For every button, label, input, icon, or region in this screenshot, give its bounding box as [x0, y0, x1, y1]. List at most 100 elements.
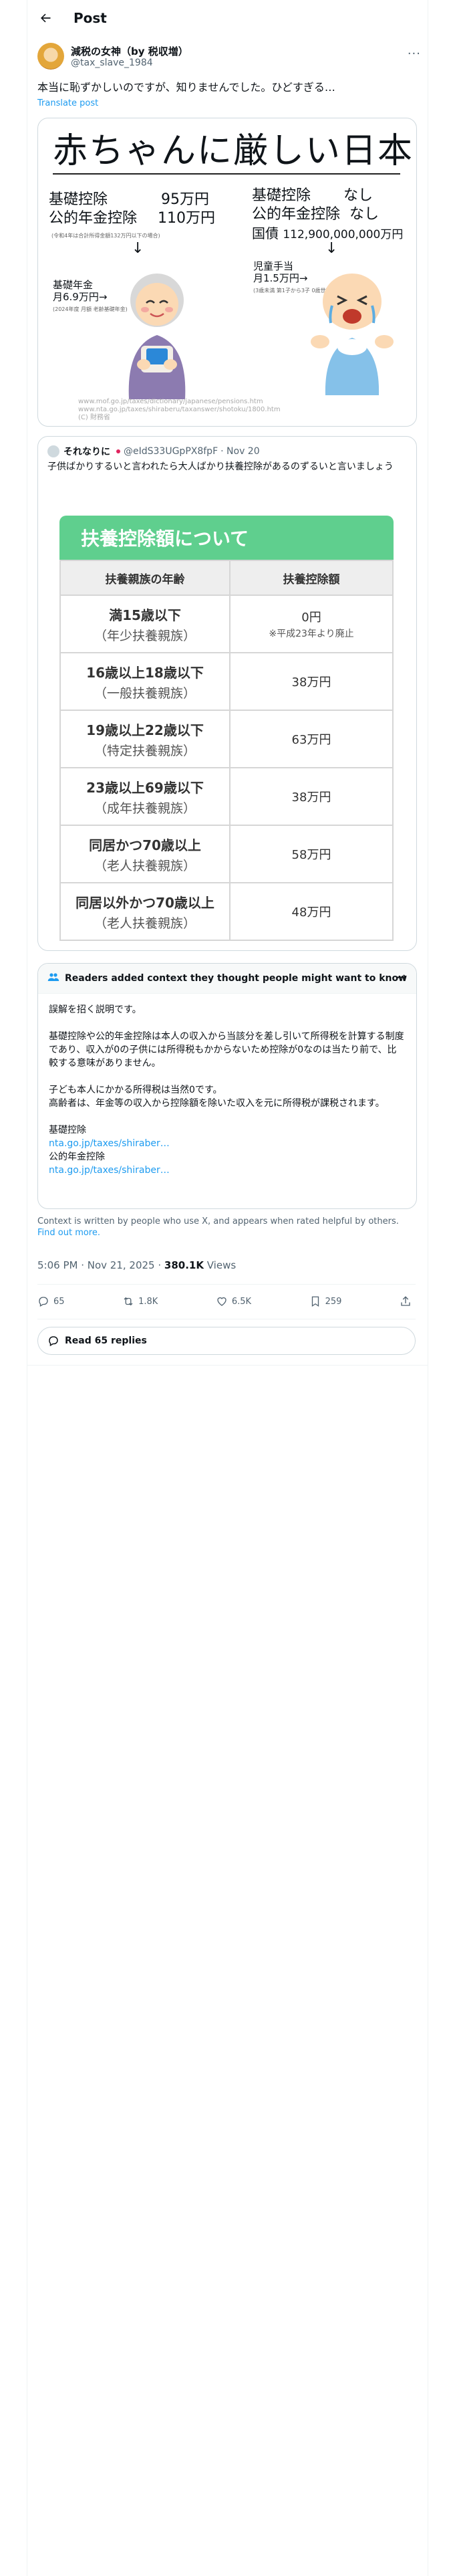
image-source: www.mof.go.jp/taxes/dictionary/japanese/… — [78, 398, 281, 422]
row-age: 19歳以上22歳以下 — [86, 722, 204, 738]
row-amount: 48万円 — [291, 905, 331, 920]
note-source-link[interactable]: nta.go.jp/taxes/shiraber… — [49, 1164, 406, 1177]
left-row2-label: 公的年金控除 — [49, 210, 138, 227]
note-source-label: 公的年金控除 — [49, 1152, 105, 1162]
allowance-amount: 月1.5万円→ — [253, 272, 308, 284]
page: Post 減税の女神（by 税収増） @tax_slave_1984 ··· 本… — [0, 0, 451, 2576]
right-row3-value: 112,900,000,000万円 — [283, 228, 404, 241]
read-replies-button[interactable]: Read 65 replies — [37, 1327, 416, 1355]
quoted-text: 子供ばかりするいと言われたら大人ばかり扶養控除があるのずるいと言いましょう — [47, 461, 394, 472]
quoted-badge-icon — [116, 449, 120, 453]
reply-button[interactable]: 65 — [37, 1295, 65, 1307]
avatar[interactable] — [37, 43, 64, 70]
row-age: 同居以外かつ70歳以上 — [76, 894, 214, 911]
share-icon — [401, 1296, 410, 1306]
deduction-table-title: 扶養控除額について — [59, 516, 394, 560]
repost-icon — [124, 1297, 133, 1306]
community-note-title: Readers added context they thought peopl… — [65, 973, 408, 984]
note-paragraph: 高齢者は、年金等の収入から控除額を除いた収入を元に所得税が課税されます。 — [49, 1098, 385, 1109]
reply-count: 65 — [53, 1296, 65, 1307]
pension-label: 基礎年金 — [53, 279, 94, 291]
image-title: 赤ちゃんに厳しい日本 — [53, 131, 414, 171]
post-timestamp: 5:06 PM · Nov 21, 2025 · 380.1K Views — [37, 1259, 236, 1271]
read-replies-label: Read 65 replies — [65, 1335, 147, 1346]
left-row1-label: 基礎控除 — [49, 191, 108, 208]
row-amount: 63万円 — [291, 733, 331, 747]
row-kind: （一般扶養親族） — [94, 685, 196, 701]
right-row3-label: 国債 — [252, 225, 279, 241]
deduction-table-image: 扶養控除額について 扶養親族の年齢 扶養控除額 満15歳以下 （年少扶養親族） 0… — [59, 516, 394, 941]
post-time[interactable]: 5:06 PM · Nov 21, 2025 · — [37, 1259, 164, 1271]
grandmother-illustration — [128, 274, 186, 399]
author-handle[interactable]: @tax_slave_1984 — [71, 58, 153, 68]
row-age: 16歳以上18歳以下 — [86, 664, 204, 681]
like-button[interactable]: 6.5K — [216, 1295, 251, 1307]
more-options-icon[interactable]: ··· — [408, 47, 421, 61]
note-paragraph: 基礎控除や公的年金控除は本人の収入から当該分を差し引いて所得税を計算する制度であ… — [49, 1031, 404, 1069]
right-row1-label: 基礎控除 — [252, 187, 311, 204]
views-label: Views — [203, 1259, 237, 1271]
row-amount: 58万円 — [291, 848, 331, 862]
back-arrow-icon[interactable] — [32, 5, 59, 31]
heart-icon — [217, 1297, 227, 1306]
row-age: 同居かつ70歳以上 — [89, 837, 201, 853]
people-icon — [47, 971, 59, 986]
community-note-header[interactable]: Readers added context they thought peopl… — [38, 964, 416, 994]
note-source-label: 基礎控除 — [49, 1125, 86, 1136]
table-row: 同居以外かつ70歳以上 （老人扶養親族） 48万円 — [61, 882, 392, 940]
image-right-column: 基礎控除 なし 公的年金控除 なし 国債 112,900,000,000万円 — [252, 187, 403, 244]
note-paragraph: 誤解を招く説明です。 — [49, 1004, 142, 1015]
row-kind: （老人扶養親族） — [94, 858, 196, 873]
share-button[interactable] — [400, 1295, 416, 1307]
deduction-table: 扶養親族の年齢 扶養控除額 満15歳以下 （年少扶養親族） 0円 ※平成23年より廃… — [59, 560, 394, 941]
pension-note: (2024年度 月額 老齢基礎年金) — [53, 306, 128, 312]
left-row1-value: 95万円 — [160, 191, 209, 208]
table-header-row: 扶養親族の年齢 扶養控除額 — [61, 561, 392, 595]
tweet-image[interactable]: 赤ちゃんに厳しい日本 基礎控除 95万円 公的年金控除 110万円 (令和4年は… — [37, 118, 417, 427]
note-source-link[interactable]: nta.go.jp/taxes/shiraber… — [49, 1137, 406, 1150]
image-title-rule — [53, 173, 400, 175]
quoted-author-name: それなりに — [63, 447, 110, 457]
table-row: 同居かつ70歳以上 （老人扶養親族） 58万円 — [61, 825, 392, 882]
allowance-label: 児童手当 — [253, 260, 294, 272]
row-kind: （特定扶養親族） — [94, 743, 196, 758]
comment-icon — [49, 1336, 58, 1347]
row-age: 23歳以上69歳以下 — [86, 779, 204, 796]
quoted-post-header: それなりに @eIdS33UGpPX8fpF · Nov 20 — [47, 445, 260, 458]
reply-icon — [39, 1297, 48, 1307]
table-row: 23歳以上69歳以下 （成年扶養親族） 38万円 — [61, 767, 392, 825]
row-amount: 38万円 — [291, 790, 331, 804]
author-name[interactable]: 減税の女神（by 税収増） — [71, 44, 188, 58]
bookmark-icon — [311, 1296, 319, 1307]
divider — [27, 1365, 428, 1366]
row-kind: （年少扶養親族） — [94, 628, 196, 643]
quoted-author-handle: @eIdS33UGpPX8fpF — [124, 446, 218, 457]
top-bar: Post — [27, 0, 428, 35]
like-count: 6.5K — [231, 1296, 252, 1307]
translate-link[interactable]: Translate post — [37, 98, 98, 108]
repost-button[interactable]: 1.8K — [122, 1295, 158, 1307]
row-kind: （成年扶養親族） — [94, 800, 196, 816]
crying-baby-illustration — [311, 274, 394, 395]
row-note: ※平成23年より廃止 — [269, 629, 354, 639]
community-note: Readers added context they thought peopl… — [37, 963, 417, 1209]
repost-count: 1.8K — [138, 1296, 158, 1307]
row-amount: 0円 — [301, 611, 321, 625]
tweet-text: 本当に恥ずかしいのですが、知りませんでした。ひどすぎる… — [37, 81, 335, 94]
image-credit: (C) 財務省 — [78, 414, 110, 421]
find-out-more-link[interactable]: Find out more. — [37, 1228, 100, 1238]
table-row: 満15歳以下 （年少扶養親族） 0円 ※平成23年より廃止 — [61, 595, 392, 652]
footer-text: Context is written by people who use X, … — [37, 1216, 399, 1226]
author-block: 減税の女神（by 税収増） @tax_slave_1984 ··· — [37, 43, 425, 72]
table-header-amount: 扶養控除額 — [231, 561, 392, 595]
row-age: 満15歳以下 — [109, 607, 181, 623]
table-header-age: 扶養親族の年齢 — [61, 561, 231, 595]
arrow-right-icon[interactable]: → — [397, 970, 407, 984]
right-row1-value: なし — [343, 187, 373, 204]
view-count: 380.1K — [164, 1259, 204, 1271]
community-note-footer: Context is written by people who use X, … — [37, 1216, 416, 1239]
right-row2-label: 公的年金控除 — [252, 206, 341, 223]
bookmark-button[interactable]: 259 — [309, 1295, 341, 1307]
table-row: 19歳以上22歳以下 （特定扶養親族） 63万円 — [61, 710, 392, 767]
quoted-post[interactable]: それなりに @eIdS33UGpPX8fpF · Nov 20 子供ばかりするい… — [37, 436, 417, 951]
